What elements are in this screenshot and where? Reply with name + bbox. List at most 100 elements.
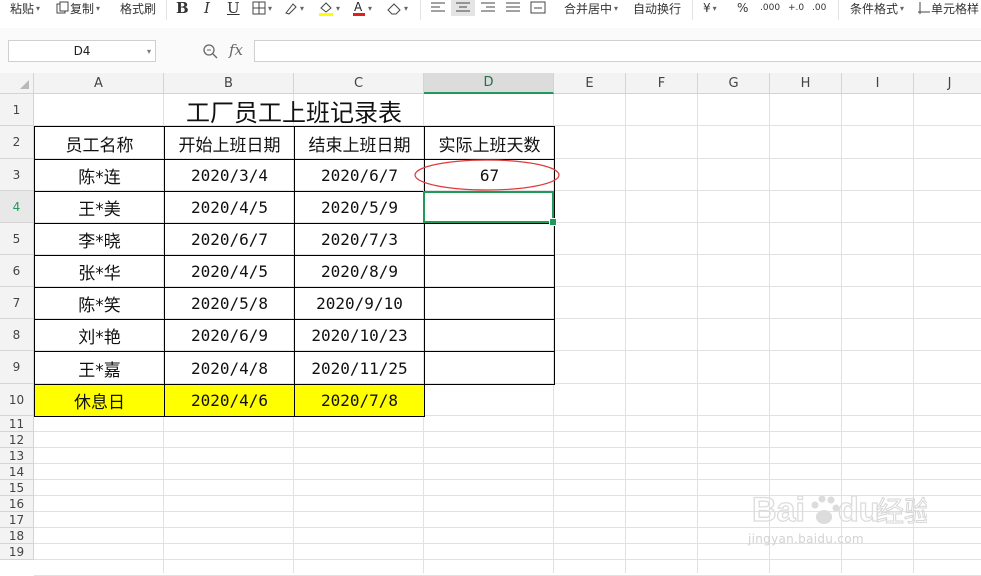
start-date-cell[interactable]: 2020/3/4 <box>164 159 295 192</box>
start-date-cell[interactable]: 2020/4/8 <box>164 351 295 385</box>
row-header-7[interactable]: 7 <box>0 287 34 319</box>
align-center-button[interactable] <box>451 0 475 16</box>
format-painter-button[interactable]: 格式刷 <box>120 0 156 16</box>
start-date-cell[interactable]: 2020/5/8 <box>164 287 295 320</box>
start-date-cell[interactable]: 2020/6/9 <box>164 319 295 352</box>
column-header-h[interactable]: H <box>770 73 842 94</box>
underline-label: U <box>227 0 240 17</box>
column-header-f[interactable]: F <box>626 73 698 94</box>
name-cell[interactable]: 陈*笑 <box>34 287 165 320</box>
end-date-cell[interactable]: 2020/11/25 <box>294 351 425 385</box>
days-cell[interactable] <box>424 351 555 385</box>
copy-button[interactable]: 复制 ▾ <box>56 0 100 16</box>
sheet-title[interactable]: 工厂员工上班记录表 <box>34 94 554 127</box>
column-header-a[interactable]: A <box>34 73 164 94</box>
align-right-button[interactable] <box>480 0 496 16</box>
end-date-cell[interactable]: 2020/7/3 <box>294 223 425 256</box>
row-header-5[interactable]: 5 <box>0 223 34 255</box>
column-header-d[interactable]: D <box>424 73 554 94</box>
name-cell[interactable]: 陈*连 <box>34 159 165 192</box>
cell-format-button[interactable]: 单元格样 <box>917 0 979 16</box>
row-header-10[interactable]: 10 <box>0 384 34 416</box>
row-header-15[interactable]: 15 <box>0 480 34 496</box>
row-header-11[interactable]: 11 <box>0 416 34 432</box>
justify-button[interactable] <box>505 0 521 16</box>
italic-button[interactable]: I <box>204 0 210 17</box>
row-header-12[interactable]: 12 <box>0 432 34 448</box>
name-box[interactable]: D4 ▾ <box>8 40 156 62</box>
name-cell[interactable]: 刘*艳 <box>34 319 165 352</box>
holiday-end-cell[interactable]: 2020/7/8 <box>294 384 425 417</box>
border-button[interactable]: ▾ <box>252 0 272 16</box>
start-date-cell[interactable]: 2020/6/7 <box>164 223 295 256</box>
header-cell-end-date[interactable]: 结束上班日期 <box>294 126 425 160</box>
conditional-format-button[interactable]: 条件格式 ▾ <box>850 0 904 16</box>
row-header-19[interactable]: 19 <box>0 544 34 560</box>
row-header-8[interactable]: 8 <box>0 319 34 351</box>
formula-input[interactable] <box>254 40 981 62</box>
currency-button[interactable]: ¥ ▾ <box>703 0 717 16</box>
row-header-18[interactable]: 18 <box>0 528 34 544</box>
font-color-button[interactable]: A ▾ <box>352 0 372 16</box>
row-header-2[interactable]: 2 <box>0 126 34 159</box>
days-cell[interactable] <box>424 255 555 288</box>
decimal-increase-button[interactable]: +.0 <box>788 0 804 16</box>
row-header-4[interactable]: 4 <box>0 191 34 223</box>
days-cell[interactable] <box>424 319 555 352</box>
name-cell[interactable]: 李*晓 <box>34 223 165 256</box>
row-header-16[interactable]: 16 <box>0 496 34 512</box>
column-header-j[interactable]: J <box>914 73 981 94</box>
decimal-decrease-button[interactable]: .00 <box>812 0 826 16</box>
header-cell-employee-name[interactable]: 员工名称 <box>34 126 165 160</box>
header-cell-actual-days[interactable]: 实际上班天数 <box>424 126 555 160</box>
end-date-cell[interactable]: 2020/10/23 <box>294 319 425 352</box>
name-cell[interactable]: 王*嘉 <box>34 351 165 385</box>
thousands-button[interactable]: .000 <box>760 0 780 16</box>
end-date-cell[interactable]: 2020/8/9 <box>294 255 425 288</box>
holiday-label-cell[interactable]: 休息日 <box>34 384 165 417</box>
column-header-i[interactable]: I <box>842 73 914 94</box>
select-all-corner[interactable] <box>0 73 34 94</box>
name-cell[interactable]: 张*华 <box>34 255 165 288</box>
end-date-cell[interactable]: 2020/6/7 <box>294 159 425 192</box>
row-header-1[interactable]: 1 <box>0 94 34 126</box>
days-cell[interactable] <box>424 223 555 256</box>
start-date-cell[interactable]: 2020/4/5 <box>164 255 295 288</box>
fill-color-button[interactable]: ▾ <box>318 0 340 16</box>
grid-line <box>697 94 698 573</box>
zoom-icon[interactable] <box>202 43 218 63</box>
row-header-17[interactable]: 17 <box>0 512 34 528</box>
align-left-button[interactable] <box>430 0 446 16</box>
days-cell[interactable] <box>424 287 555 320</box>
underline-button[interactable]: U <box>227 0 240 17</box>
row-header-6[interactable]: 6 <box>0 255 34 287</box>
fx-icon[interactable]: fx <box>229 41 243 59</box>
distribute-button[interactable] <box>530 0 546 16</box>
row-header-3[interactable]: 3 <box>0 159 34 191</box>
border-icon <box>252 1 266 15</box>
column-header-e[interactable]: E <box>554 73 626 94</box>
row-header-13[interactable]: 13 <box>0 448 34 464</box>
cell-style-button[interactable]: ▾ <box>284 0 304 16</box>
fill-handle[interactable] <box>549 218 557 226</box>
paste-button[interactable]: 粘贴 ▾ <box>10 0 40 16</box>
start-date-cell[interactable]: 2020/4/5 <box>164 191 295 224</box>
active-cell-selection[interactable] <box>423 191 554 223</box>
end-date-cell[interactable]: 2020/9/10 <box>294 287 425 320</box>
fill-bucket-icon <box>318 0 334 16</box>
clear-button[interactable]: ▾ <box>386 0 408 16</box>
header-cell-start-date[interactable]: 开始上班日期 <box>164 126 295 160</box>
percent-button[interactable]: % <box>737 0 748 16</box>
column-header-b[interactable]: B <box>164 73 294 94</box>
bold-button[interactable]: B <box>176 0 189 17</box>
end-date-cell[interactable]: 2020/5/9 <box>294 191 425 224</box>
decimal-increase-label: +.0 <box>788 3 805 13</box>
merge-center-button[interactable]: 合并居中 ▾ <box>564 0 618 16</box>
holiday-start-cell[interactable]: 2020/4/6 <box>164 384 295 417</box>
column-header-c[interactable]: C <box>294 73 424 94</box>
name-cell[interactable]: 王*美 <box>34 191 165 224</box>
wrap-text-button[interactable]: 自动换行 <box>633 0 681 16</box>
row-header-9[interactable]: 9 <box>0 351 34 384</box>
row-header-14[interactable]: 14 <box>0 464 34 480</box>
column-header-g[interactable]: G <box>698 73 770 94</box>
